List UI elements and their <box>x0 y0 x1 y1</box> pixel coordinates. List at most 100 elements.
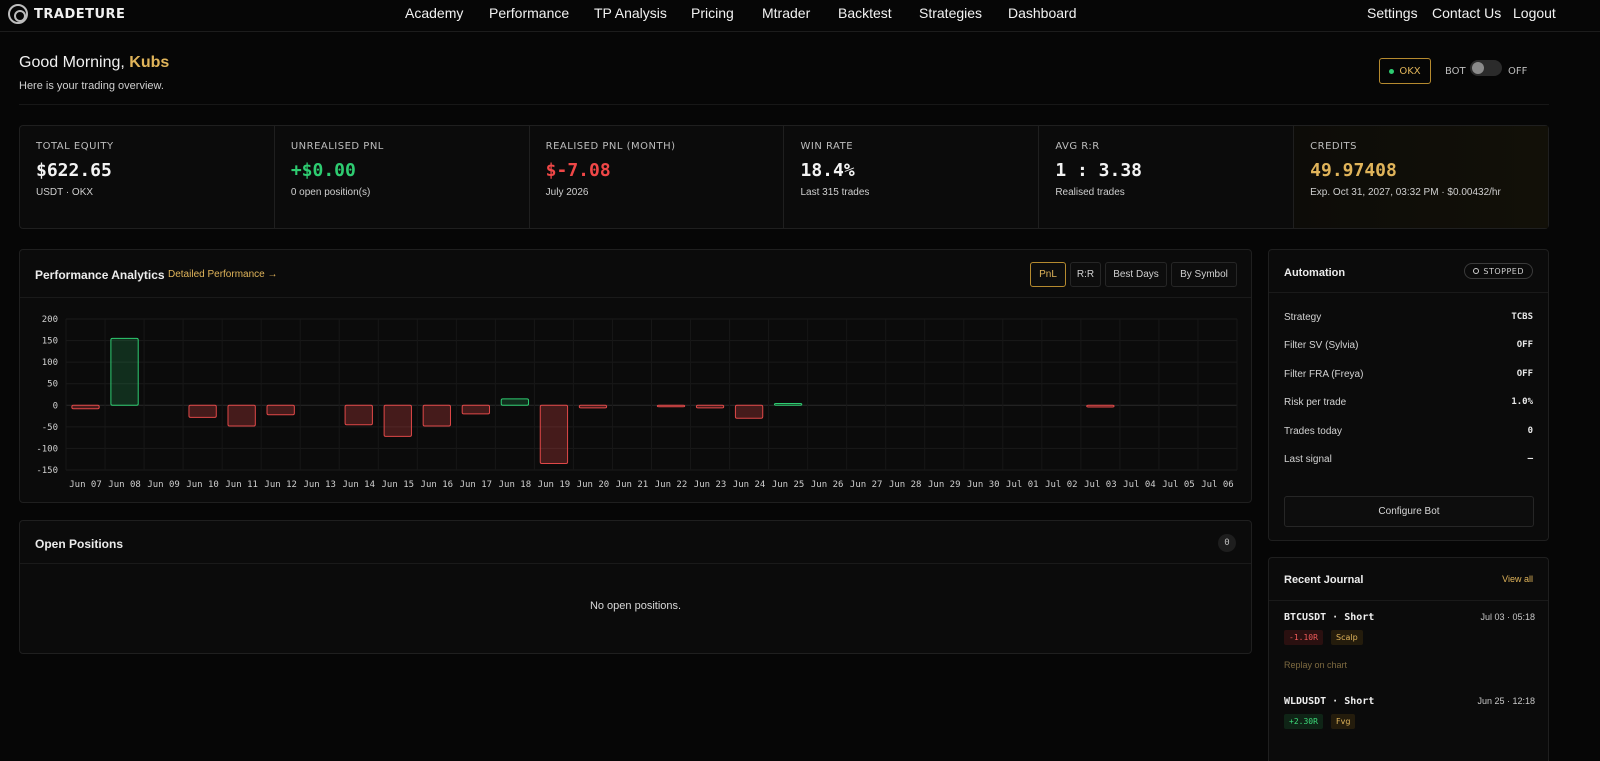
exchange-label: OKX <box>1399 65 1421 77</box>
y-tick-label: 200 <box>42 315 58 325</box>
x-tick-label: Jun 14 <box>342 480 375 490</box>
journal-symbol: BTCUSDT · Short <box>1284 612 1375 623</box>
exchange-selector-button[interactable]: OKX <box>1379 58 1431 84</box>
stat-label: UNREALISED PNL <box>290 141 384 152</box>
stat-unrealised-pnl: UNREALISED PNL +$0.00 0 open position(s) <box>275 126 530 228</box>
journal-view-all-link[interactable]: View all <box>1502 574 1533 584</box>
connected-dot-icon <box>1389 68 1395 74</box>
stat-label: REALISED PNL (MONTH) <box>545 141 676 152</box>
automation-value: 0 <box>1527 426 1533 436</box>
nav-strategies[interactable]: Strategies <box>919 5 982 21</box>
pnl-bar <box>71 404 100 410</box>
automation-title: Automation <box>1284 267 1346 279</box>
journal-setup-tag: Scalp <box>1331 630 1363 645</box>
journal-symbol: WLDUSDT · Short <box>1284 696 1375 707</box>
stat-value: +$0.00 <box>290 160 356 181</box>
automation-row-filter-fra: Filter FRA (Freya) OFF <box>1284 369 1533 385</box>
pnl-bar <box>695 404 725 409</box>
automation-row-strategy: Strategy TCBS <box>1284 312 1533 328</box>
y-tick-label: 150 <box>42 337 58 347</box>
stat-sub: USDT · OKX <box>36 187 94 198</box>
automation-key: Filter FRA (Freya) <box>1284 369 1364 380</box>
automation-value: OFF <box>1516 369 1533 379</box>
automation-key: Strategy <box>1284 312 1322 323</box>
journal-time: Jul 03 · 05:18 <box>1480 612 1535 622</box>
automation-status-text: STOPPED <box>1483 266 1524 276</box>
nav-mtrader[interactable]: Mtrader <box>762 5 810 21</box>
automation-row-trades-today: Trades today 0 <box>1284 426 1533 442</box>
nav-dashboard[interactable]: Dashboard <box>1008 5 1077 21</box>
nav-settings[interactable]: Settings <box>1367 5 1418 21</box>
greeting-subtitle: Here is your trading overview. <box>19 80 164 92</box>
automation-value: 1.0% <box>1511 397 1533 407</box>
automation-key: Filter SV (Sylvia) <box>1284 340 1359 351</box>
open-positions-count-badge: 0 <box>1218 534 1236 552</box>
stat-realised-pnl: REALISED PNL (MONTH) $-7.08 July 2026 <box>530 126 785 228</box>
nav-contact-us[interactable]: Contact Us <box>1432 5 1501 21</box>
automation-key: Last signal <box>1284 454 1332 465</box>
pnl-bar <box>188 404 217 418</box>
open-positions-empty-state: No open positions. <box>589 600 682 612</box>
automation-status-badge: STOPPED <box>1464 263 1533 279</box>
header-divider <box>19 104 1549 105</box>
y-tick-label: -150 <box>36 466 58 476</box>
configure-bot-button[interactable]: Configure Bot <box>1284 496 1534 527</box>
bot-toggle-label: BOT <box>1445 66 1466 77</box>
x-tick-label: Jun 13 <box>303 480 336 490</box>
stats-bar: TOTAL EQUITY $622.65 USDT · OKX UNREALIS… <box>19 125 1549 229</box>
pnl-bar <box>500 398 530 406</box>
automation-panel: Automation STOPPED Strategy TCBS Filter … <box>1268 249 1549 541</box>
nav-pricing[interactable]: Pricing <box>691 5 734 21</box>
bot-toggle[interactable] <box>1470 60 1502 76</box>
replay-on-chart-link[interactable]: Replay on chart <box>1284 660 1347 670</box>
nav-backtest[interactable]: Backtest <box>838 5 892 21</box>
automation-key: Risk per trade <box>1284 397 1347 408</box>
stat-win-rate: WIN RATE 18.4% Last 315 trades <box>784 126 1040 228</box>
x-tick-label: Jun 17 <box>460 480 493 490</box>
brand[interactable]: TRADETURE <box>8 4 125 24</box>
x-tick-label: Jun 07 <box>69 480 102 490</box>
stat-sub: Exp. Oct 31, 2027, 03:32 PM · $0.00432/h… <box>1310 187 1501 198</box>
x-tick-label: Jun 29 <box>928 480 961 490</box>
y-tick-label: -50 <box>42 423 58 433</box>
open-positions-panel: Open Positions 0 No open positions. <box>19 520 1252 654</box>
x-tick-label: Jul 03 <box>1084 480 1117 490</box>
x-tick-label: Jun 08 <box>108 480 141 490</box>
nav-performance[interactable]: Performance <box>489 5 569 21</box>
pnl-bar-chart: 200 150 100 50 0 -50 -100 -150 Jun 07 Jun 08 Jun 0… <box>36 315 1238 490</box>
x-tick-label: Jun 27 <box>850 480 883 490</box>
pnl-bar <box>773 403 803 406</box>
status-ring-icon <box>1473 268 1480 274</box>
pnl-bar <box>656 404 686 408</box>
pnl-bar <box>539 404 569 465</box>
x-tick-label: Jun 16 <box>421 480 454 490</box>
greeting-prefix: Good Morning, <box>19 54 125 71</box>
x-tick-label: Jun 25 <box>772 480 805 490</box>
stat-label: TOTAL EQUITY <box>36 141 114 152</box>
stat-total-equity: TOTAL EQUITY $622.65 USDT · OKX <box>20 126 275 228</box>
greeting-username: Kubs <box>129 54 170 71</box>
stat-sub: July 2026 <box>545 187 589 198</box>
stat-avg-rr: AVG R:R 1 : 3.38 Realised trades <box>1039 126 1295 228</box>
pnl-bar <box>461 404 491 415</box>
x-tick-label: Jun 30 <box>967 480 1000 490</box>
y-tick-label: 50 <box>47 380 58 390</box>
pnl-bar <box>422 404 451 427</box>
journal-r-badge: -1.10R <box>1284 630 1323 645</box>
stat-label: AVG R:R <box>1055 141 1100 152</box>
pnl-bar <box>110 337 139 406</box>
x-tick-label: Jun 28 <box>889 480 922 490</box>
stat-value: $622.65 <box>36 160 112 181</box>
pnl-bar <box>227 404 256 427</box>
x-tick-label: Jun 22 <box>655 480 688 490</box>
nav-tp-analysis[interactable]: TP Analysis <box>594 5 667 21</box>
x-tick-label: Jul 01 <box>1006 480 1039 490</box>
x-tick-label: Jun 12 <box>264 480 297 490</box>
journal-title: Recent Journal <box>1284 574 1364 586</box>
x-tick-label: Jul 05 <box>1162 480 1195 490</box>
nav-logout[interactable]: Logout <box>1513 5 1556 21</box>
automation-row-last-signal: Last signal — <box>1284 454 1533 470</box>
nav-academy[interactable]: Academy <box>405 5 463 21</box>
x-tick-label: Jun 23 <box>694 480 727 490</box>
greeting: Good Morning, Kubs <box>19 54 169 72</box>
